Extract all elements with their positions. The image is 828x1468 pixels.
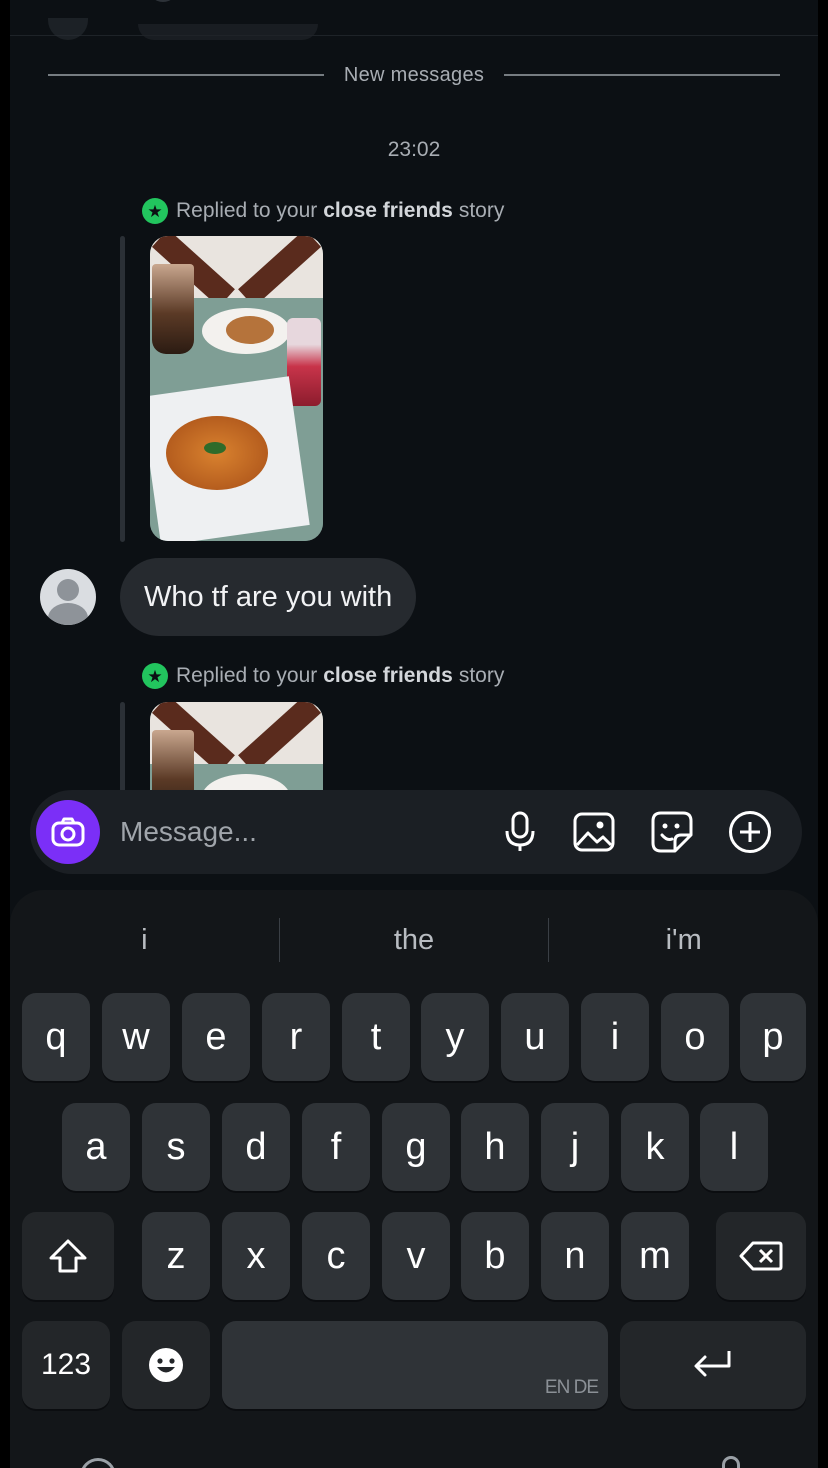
message-timestamp: 23:02 (387, 138, 441, 161)
camera-icon (51, 817, 85, 847)
microphone-button[interactable] (498, 810, 542, 854)
key-w[interactable]: w (102, 993, 170, 1081)
suggestion-item[interactable]: i'm (549, 912, 818, 968)
reply-note-emphasis: close friends (323, 199, 453, 222)
backspace-icon (739, 1241, 783, 1271)
story-image-drink (152, 264, 194, 354)
key-p[interactable]: p (740, 993, 806, 1081)
plus-icon (729, 811, 771, 853)
shift-key[interactable] (22, 1212, 114, 1300)
camera-button[interactable] (36, 800, 100, 864)
story-quote-bar (120, 236, 125, 542)
plus-button[interactable] (728, 810, 772, 854)
key-k[interactable]: k (621, 1103, 689, 1191)
key-o[interactable]: o (661, 993, 729, 1081)
key-c[interactable]: c (302, 1212, 370, 1300)
key-x[interactable]: x (222, 1212, 290, 1300)
key-g[interactable]: g (382, 1103, 450, 1191)
story-image-basil (204, 442, 226, 454)
suggestion-item[interactable]: the (280, 912, 549, 968)
return-key[interactable] (620, 1321, 806, 1409)
backspace-key[interactable] (716, 1212, 806, 1300)
close-friends-star-icon: ★ (142, 198, 168, 224)
key-e[interactable]: e (182, 993, 250, 1081)
key-b[interactable]: b (461, 1212, 529, 1300)
new-messages-label: New messages (343, 63, 485, 86)
gallery-button[interactable] (572, 810, 616, 854)
reply-note-suffix: story (458, 664, 505, 687)
message-bubble[interactable]: Who tf are you with (120, 558, 417, 636)
story-reply-note: ★ Replied to your close friends story (142, 196, 504, 226)
message-input[interactable]: Message... (120, 790, 257, 874)
shift-icon (49, 1239, 87, 1273)
key-t[interactable]: t (342, 993, 410, 1081)
story-image-red-drink (287, 318, 321, 406)
story-image-pastry (226, 316, 274, 344)
sticker-icon (651, 811, 693, 853)
new-messages-divider: New messages (48, 63, 781, 87)
sender-avatar[interactable] (40, 569, 96, 625)
key-d[interactable]: d (222, 1103, 290, 1191)
message-row: Who tf are you with (40, 558, 417, 636)
key-s[interactable]: s (142, 1103, 210, 1191)
reply-note-suffix: story (458, 199, 505, 222)
key-a[interactable]: a (62, 1103, 130, 1191)
cropped-header-element (148, 0, 178, 2)
header-edge (10, 0, 818, 36)
emoji-icon (149, 1348, 183, 1382)
key-i[interactable]: i (581, 993, 649, 1081)
avatar-body (48, 603, 88, 625)
story-thumbnail[interactable] (150, 702, 323, 790)
key-u[interactable]: u (501, 993, 569, 1081)
key-h[interactable]: h (461, 1103, 529, 1191)
key-z[interactable]: z (142, 1212, 210, 1300)
return-icon (694, 1351, 731, 1377)
close-friends-star-icon: ★ (142, 663, 168, 689)
cropped-message-bubble (138, 24, 318, 40)
story-quote-bar (120, 702, 125, 792)
key-r[interactable]: r (262, 993, 330, 1081)
key-n[interactable]: n (541, 1212, 609, 1300)
globe-icon[interactable] (80, 1458, 116, 1468)
reply-note-prefix: Replied to your (176, 199, 318, 222)
message-composer: Message... (30, 790, 802, 874)
dictation-icon[interactable] (722, 1456, 740, 1468)
key-m[interactable]: m (621, 1212, 689, 1300)
cropped-avatar (48, 18, 88, 40)
numbers-key[interactable]: 123 (22, 1321, 110, 1409)
key-v[interactable]: v (382, 1212, 450, 1300)
story-reply-note: ★ Replied to your close friends story (142, 661, 504, 691)
reply-note-prefix: Replied to your (176, 664, 318, 687)
suggestion-bar: i the i'm (10, 912, 818, 968)
key-j[interactable]: j (541, 1103, 609, 1191)
divider-line-left (48, 74, 324, 76)
story-thumbnail[interactable] (150, 236, 323, 541)
avatar-head (57, 579, 79, 601)
key-l[interactable]: l (700, 1103, 768, 1191)
keyboard: i the i'm q w e r t y u i o p a s d f g … (10, 890, 818, 1468)
divider-line-right (504, 74, 781, 76)
space-key[interactable]: EN DE (222, 1321, 608, 1409)
reply-note-emphasis: close friends (323, 664, 453, 687)
gallery-icon (573, 812, 615, 852)
story-image-drink (152, 730, 194, 790)
space-language-label: EN DE (544, 1377, 599, 1398)
emoji-key[interactable] (122, 1321, 210, 1409)
key-y[interactable]: y (421, 993, 489, 1081)
chat-screen: New messages 23:02 ★ Replied to your clo… (10, 0, 818, 1468)
key-f[interactable]: f (302, 1103, 370, 1191)
suggestion-item[interactable]: i (10, 912, 279, 968)
microphone-icon (505, 811, 535, 851)
sticker-button[interactable] (650, 810, 694, 854)
key-q[interactable]: q (22, 993, 90, 1081)
